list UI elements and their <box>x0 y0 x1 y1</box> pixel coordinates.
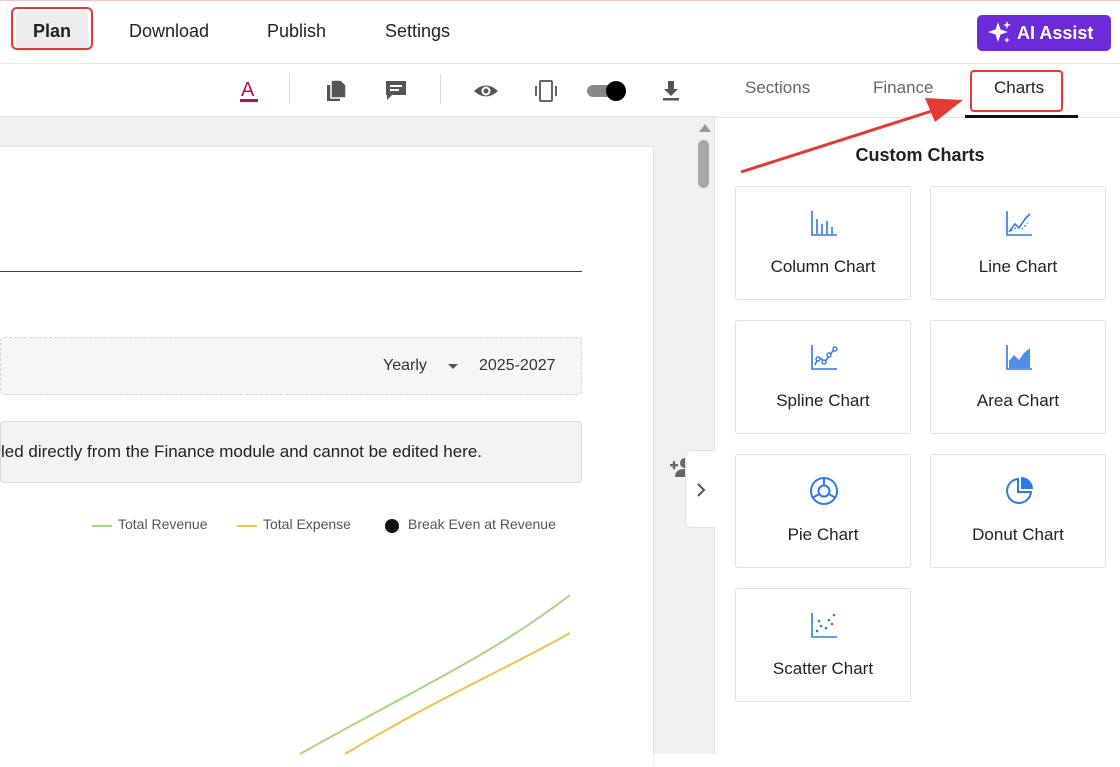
card-label: Scatter Chart <box>772 659 874 678</box>
panel-toggle-button[interactable] <box>685 450 715 528</box>
ai-assist-button[interactable]: AI Assist <box>977 15 1111 51</box>
preview-eye-icon[interactable] <box>472 77 500 105</box>
legend-line-expense <box>237 525 257 527</box>
column-chart-card[interactable]: Column Chart <box>735 186 911 300</box>
pages-icon[interactable] <box>322 77 350 105</box>
line-chart-icon <box>1006 211 1032 236</box>
card-label: Column Chart <box>770 257 876 276</box>
chevron-down-icon[interactable] <box>448 364 458 369</box>
chart-filter-bar: Yearly 2025-2027 <box>0 337 582 395</box>
scatter-chart-icon <box>811 613 837 638</box>
period-select[interactable]: Yearly <box>383 357 427 375</box>
nav-download[interactable]: Download <box>129 11 209 51</box>
top-navigation: Plan Download Publish Settings AI Assist <box>0 0 1120 64</box>
legend-total-expense: Total Expense <box>263 516 351 532</box>
document-canvas: Yearly 2025-2027 led directly from the F… <box>0 117 715 767</box>
document-page: Yearly 2025-2027 led directly from the F… <box>0 147 653 767</box>
legend-line-revenue <box>92 525 112 527</box>
comment-icon[interactable] <box>382 77 410 105</box>
area-chart-icon <box>1006 345 1032 370</box>
spline-chart-icon <box>811 345 838 370</box>
annotation-arrow <box>740 98 963 174</box>
donut-chart-icon <box>1006 477 1033 504</box>
break-even-chart <box>299 594 571 755</box>
card-label: Donut Chart <box>972 525 1064 544</box>
toolbar-divider <box>289 74 290 104</box>
toolbar-divider <box>440 74 441 104</box>
device-preview-icon[interactable] <box>532 77 560 105</box>
pie-chart-icon <box>810 477 838 505</box>
nav-publish[interactable]: Publish <box>267 11 326 51</box>
card-label: Line Chart <box>978 257 1058 276</box>
pie-chart-card[interactable]: Pie Chart <box>735 454 911 568</box>
legend-break-even: Break Even at Revenue <box>408 516 556 532</box>
area-chart-card[interactable]: Area Chart <box>930 320 1106 434</box>
text-color-icon[interactable]: A <box>236 77 264 105</box>
scroll-thumb[interactable] <box>698 140 709 188</box>
toggle-switch[interactable] <box>586 79 628 103</box>
column-chart-icon <box>811 211 837 236</box>
expense-line <box>344 632 571 755</box>
spline-chart-card[interactable]: Spline Chart <box>735 320 911 434</box>
sparkle-icon <box>988 21 1011 43</box>
highlight-box-plan <box>11 7 93 50</box>
card-label: Spline Chart <box>776 391 870 410</box>
header-divider <box>0 271 582 272</box>
download-icon[interactable] <box>657 77 685 105</box>
chevron-right-icon <box>697 483 706 497</box>
card-label: Pie Chart <box>787 525 859 544</box>
revenue-line <box>299 594 571 755</box>
scroll-up-arrow-icon[interactable] <box>699 124 711 132</box>
ai-assist-label: AI Assist <box>1017 23 1094 43</box>
card-label: Area Chart <box>976 391 1060 410</box>
line-chart-card[interactable]: Line Chart <box>930 186 1106 300</box>
donut-chart-card[interactable]: Donut Chart <box>930 454 1106 568</box>
scatter-chart-card[interactable]: Scatter Chart <box>735 588 911 702</box>
legend-dot-break-even <box>385 519 399 533</box>
nav-settings[interactable]: Settings <box>385 11 450 51</box>
year-range: 2025-2027 <box>479 357 556 374</box>
editor-toolbar: A <box>0 64 715 117</box>
vertical-scrollbar[interactable] <box>697 121 711 754</box>
legend-total-revenue: Total Revenue <box>118 516 208 532</box>
highlight-box-charts <box>970 70 1063 112</box>
notice-text: led directly from the Finance module and… <box>1 442 483 461</box>
svg-text:A: A <box>241 79 255 101</box>
read-only-notice: led directly from the Finance module and… <box>0 421 582 483</box>
active-tab-indicator <box>965 115 1078 118</box>
